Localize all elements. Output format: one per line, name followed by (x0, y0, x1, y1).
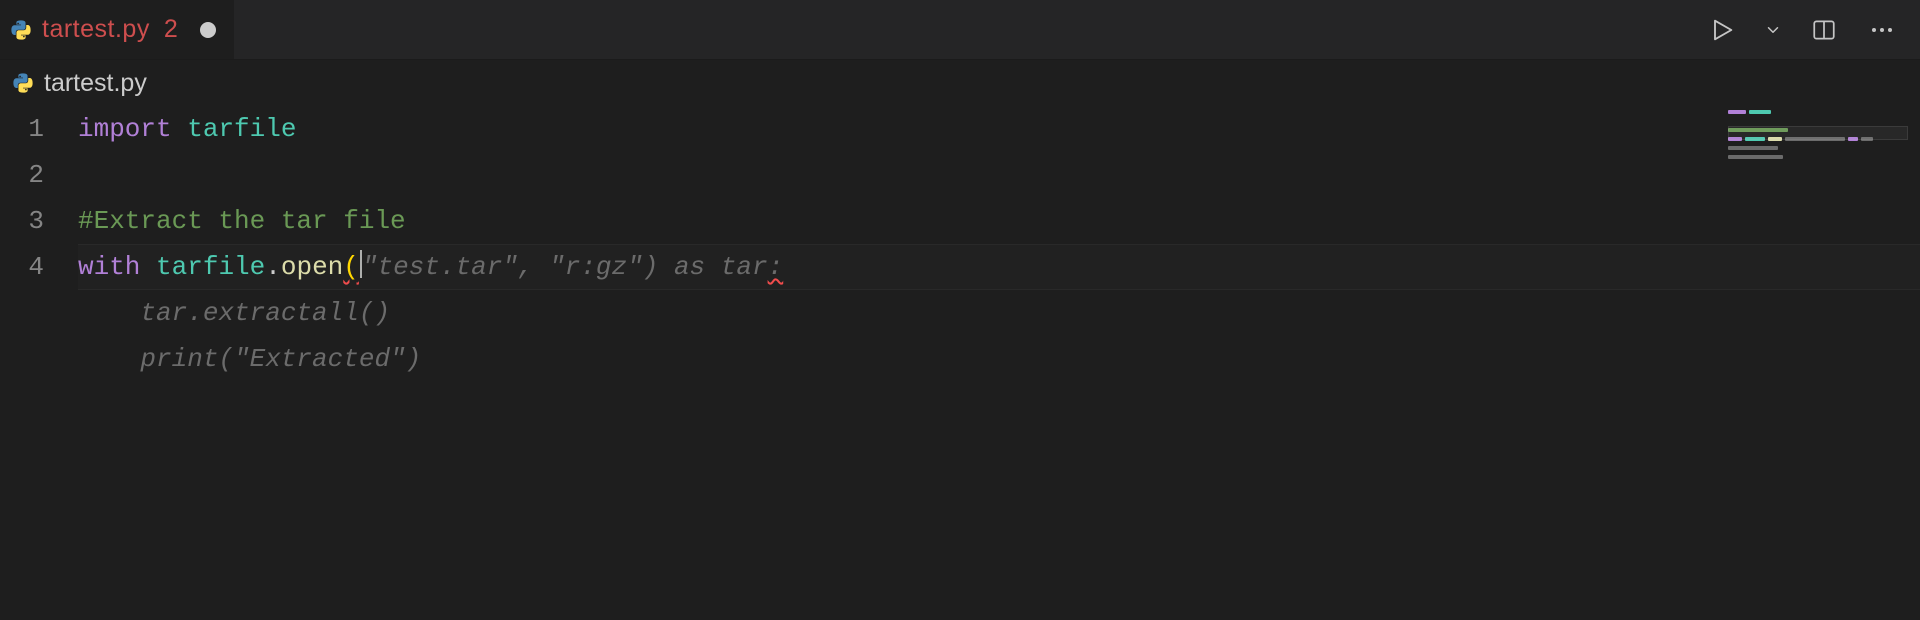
line-number: 3 (0, 198, 78, 244)
editor[interactable]: 1 import tarfile 2 3 #Extract the tar fi… (0, 106, 1920, 620)
inline-suggestion: as (674, 252, 705, 282)
code-line-current[interactable]: 4 with tarfile.open("test.tar", "r:gz") … (0, 244, 1920, 290)
module-name: tarfile (187, 114, 296, 144)
tab-dirty-indicator-icon (200, 22, 216, 38)
inline-suggestion: tar.extractall() (78, 290, 390, 336)
minimap-viewport[interactable] (1728, 126, 1908, 140)
split-editor-icon[interactable] (1808, 14, 1840, 46)
python-icon (10, 19, 32, 41)
editor-actions (1706, 0, 1920, 59)
inline-suggestion-line: tar.extractall() (0, 290, 1920, 336)
inline-suggestion-error: : (768, 252, 784, 282)
tab-tartest[interactable]: tartest.py 2 (0, 0, 235, 59)
code-line[interactable]: 3 #Extract the tar file (0, 198, 1920, 244)
run-icon[interactable] (1706, 14, 1738, 46)
dot: . (265, 252, 281, 282)
minimap[interactable] (1728, 110, 1908, 590)
breadcrumb[interactable]: tartest.py (0, 60, 1920, 106)
line-number: 2 (0, 152, 78, 198)
tab-bar: tartest.py 2 (0, 0, 1920, 60)
tab-bar-spacer (235, 0, 1706, 59)
code-line[interactable]: 2 (0, 152, 1920, 198)
minimap-line (1728, 110, 1908, 117)
python-icon (12, 72, 34, 94)
more-icon[interactable] (1866, 14, 1898, 46)
comment: #Extract the tar file (78, 206, 406, 236)
paren-open-error: ( (343, 252, 359, 282)
tab-problems-badge: 2 (164, 15, 178, 44)
module-name: tarfile (156, 252, 265, 282)
minimap-line (1728, 119, 1908, 126)
inline-suggestion: tar (721, 252, 768, 282)
code-line[interactable]: 1 import tarfile (0, 106, 1920, 152)
minimap-line (1728, 146, 1908, 153)
minimap-line (1728, 155, 1908, 162)
line-number: 4 (0, 244, 78, 290)
line-number: 1 (0, 106, 78, 152)
breadcrumb-file: tartest.py (44, 69, 147, 98)
chevron-down-icon[interactable] (1764, 21, 1782, 39)
inline-suggestion-line: print("Extracted") (0, 336, 1920, 382)
inline-suggestion: "test.tar", "r:gz") (362, 252, 658, 282)
keyword-import: import (78, 114, 172, 144)
tab-label: tartest.py (42, 15, 150, 44)
inline-suggestion: print("Extracted") (78, 336, 421, 382)
function-call: open (281, 252, 343, 282)
keyword-with: with (78, 252, 140, 282)
